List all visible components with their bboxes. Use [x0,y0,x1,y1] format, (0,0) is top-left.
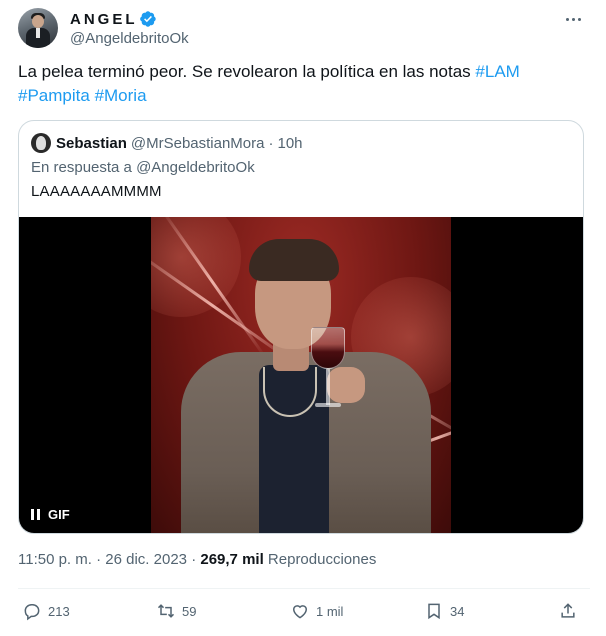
author-name[interactable]: ANGEL [70,11,138,28]
views-count: 269,7 mil [200,551,264,568]
divider [18,588,590,589]
gif-frame [151,217,451,533]
bookmark-button[interactable]: 34 [424,596,464,626]
reply-button[interactable]: 213 [22,596,70,626]
share-button[interactable] [558,596,584,626]
like-button[interactable]: 1 mil [290,596,343,626]
hashtag-lam[interactable]: #LAM [475,62,519,81]
reply-icon [24,604,40,621]
bookmark-icon [428,603,440,620]
tweet-text: La pelea terminó peor. Se revolearon la … [18,60,590,108]
more-options-icon[interactable] [562,8,584,30]
quoted-reply-context: En respuesta a @AngeldebritoOk [31,159,255,176]
author-handle[interactable]: @AngeldebritoOk [70,30,189,47]
quoted-tweet[interactable]: Sebastian @MrSebastianMora · 10h En resp… [18,120,584,534]
quoted-avatar [31,133,51,153]
views-label: Reproducciones [267,551,377,568]
author-name-line: ANGEL [70,10,157,28]
like-icon [292,605,308,619]
reply-count: 213 [48,603,70,619]
quoted-header: Sebastian @MrSebastianMora · 10h [31,133,303,153]
pause-icon[interactable] [31,509,40,520]
like-count: 1 mil [316,603,344,619]
hashtag-pampita[interactable]: #Pampita [18,86,90,105]
meta-separator: · [96,551,102,568]
gif-badge[interactable]: GIF [31,507,70,522]
bookmark-count: 34 [450,603,465,619]
tweet-body: La pelea terminó peor. Se revolearon la … [18,62,476,81]
share-icon [561,603,575,618]
quoted-media-gif[interactable]: GIF [19,217,583,533]
hashtag-moria[interactable]: #Moria [95,86,147,105]
retweet-count: 59 [182,603,197,619]
verified-badge-icon [139,10,157,28]
tweet-time[interactable]: 11:50 p. m. [18,551,92,568]
meta-separator-2: · [191,551,197,568]
tweet-date[interactable]: 26 dic. 2023 [105,551,187,568]
retweet-button[interactable]: 59 [156,596,196,626]
quoted-text: LAAAAAAAMMMM [31,183,162,200]
quoted-author-name: Sebastian [56,134,127,152]
author-avatar[interactable] [18,8,58,48]
quoted-separator: · [268,134,274,152]
tweet-meta: 11:50 p. m. · 26 dic. 2023 · 269,7 mil R… [18,551,376,568]
gif-label: GIF [48,507,70,522]
retweet-icon [157,604,175,618]
action-bar: 213 59 1 mil 34 [18,596,590,626]
tweet-header: ANGEL @AngeldebritoOk [18,6,590,48]
quoted-author-handle: @MrSebastianMora [130,134,265,152]
quoted-timestamp: 10h [277,134,303,152]
